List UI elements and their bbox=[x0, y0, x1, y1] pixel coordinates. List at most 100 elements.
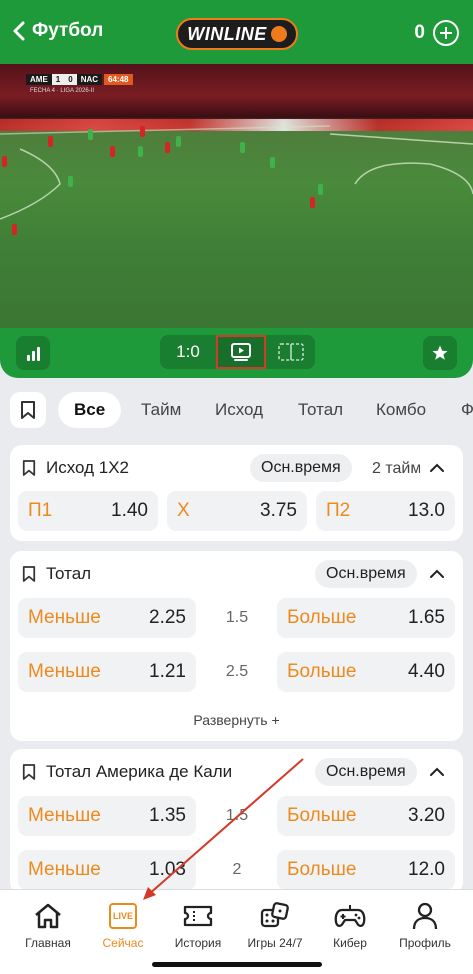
view-switcher: 1:0 bbox=[160, 335, 315, 369]
home-score: 1 bbox=[51, 73, 65, 85]
odd-value: 13.0 bbox=[408, 500, 445, 521]
odd-label: П1 bbox=[28, 500, 53, 521]
odd-under[interactable]: Меньше 1.35 bbox=[18, 796, 196, 836]
market-title: Исход 1X2 bbox=[22, 458, 129, 478]
tab-half[interactable]: Тайм bbox=[141, 392, 181, 428]
video-controls: 1:0 bbox=[0, 328, 473, 378]
balance[interactable]: 0 bbox=[414, 20, 459, 46]
gamepad-icon bbox=[333, 900, 367, 932]
match-video-player[interactable]: AME 1 0 NAC 64:48 FECHA 4 · LIGA 2026-II bbox=[0, 64, 473, 328]
nav-live[interactable]: LIVE Сейчас bbox=[84, 900, 162, 950]
player bbox=[140, 126, 145, 137]
player bbox=[48, 136, 53, 147]
league-label: FECHA 4 · LIGA 2026-II bbox=[30, 88, 95, 94]
odd-over[interactable]: Больше 4.40 bbox=[277, 652, 455, 692]
match-clock: 64:48 bbox=[104, 73, 133, 85]
pitch-lines bbox=[0, 125, 473, 220]
odd-under[interactable]: Меньше 1.03 bbox=[18, 850, 196, 890]
nav-esports[interactable]: Кибер bbox=[311, 900, 389, 950]
player bbox=[310, 197, 315, 208]
stats-button[interactable] bbox=[16, 336, 50, 370]
odd-draw[interactable]: X 3.75 bbox=[167, 491, 307, 531]
period-main-pill[interactable]: Осн.время bbox=[315, 758, 417, 786]
odd-label: Меньше bbox=[28, 859, 101, 880]
score-view-button[interactable]: 1:0 bbox=[160, 335, 216, 369]
odd-over[interactable]: Больше 3.20 bbox=[277, 796, 455, 836]
user-icon bbox=[408, 900, 442, 932]
favorite-button[interactable] bbox=[423, 336, 457, 370]
odd-label: Меньше bbox=[28, 805, 101, 826]
tab-all[interactable]: Все bbox=[58, 392, 122, 428]
chevron-left-icon bbox=[13, 21, 25, 41]
live-icon: LIVE bbox=[106, 900, 140, 932]
odd-label: Больше bbox=[287, 607, 357, 628]
odd-value: 3.20 bbox=[408, 805, 445, 826]
odd-label: X bbox=[177, 500, 190, 521]
nav-history[interactable]: История bbox=[159, 900, 237, 950]
total-line: 2 bbox=[232, 861, 242, 878]
total-line: 1.5 bbox=[225, 609, 249, 626]
player bbox=[240, 142, 245, 153]
nav-games[interactable]: Игры 24/7 bbox=[236, 900, 314, 950]
tab-more[interactable]: Ф bbox=[461, 392, 473, 428]
expand-button[interactable]: Развернуть + bbox=[10, 712, 463, 728]
player bbox=[68, 176, 73, 187]
star-icon bbox=[432, 345, 448, 360]
period-main-pill[interactable]: Осн.время bbox=[315, 560, 417, 588]
nav-label: Сейчас bbox=[102, 936, 144, 950]
chevron-up-icon[interactable] bbox=[428, 459, 446, 477]
nav-profile[interactable]: Профиль bbox=[386, 900, 464, 950]
nav-label: Игры 24/7 bbox=[247, 936, 303, 950]
player bbox=[270, 157, 275, 168]
chevron-up-icon[interactable] bbox=[428, 565, 446, 583]
player bbox=[110, 146, 115, 157]
period-main-pill[interactable]: Осн.время bbox=[250, 454, 352, 482]
market-tabs: Все Тайм Исход Тотал Комбо Ф bbox=[0, 388, 473, 430]
market-title: Тотал Америка де Кали bbox=[22, 762, 232, 782]
sport-title: Футбол bbox=[32, 20, 104, 41]
odd-over[interactable]: Больше 12.0 bbox=[277, 850, 455, 890]
video-view-button[interactable] bbox=[216, 335, 266, 369]
home-team-code: AME bbox=[26, 73, 52, 85]
market-title-text: Исход 1X2 bbox=[46, 458, 129, 477]
bookmark-icon[interactable] bbox=[22, 763, 36, 781]
pitch-view-button[interactable] bbox=[266, 335, 315, 369]
odd-label: Меньше bbox=[28, 661, 101, 682]
odd-under[interactable]: Меньше 1.21 bbox=[18, 652, 196, 692]
market-title-text: Тотал bbox=[46, 564, 92, 583]
odd-under[interactable]: Меньше 2.25 bbox=[18, 598, 196, 638]
back-button[interactable]: Футбол bbox=[12, 20, 103, 42]
odd-away-win[interactable]: П2 13.0 bbox=[316, 491, 455, 531]
home-indicator bbox=[152, 962, 322, 967]
odd-home-win[interactable]: П1 1.40 bbox=[18, 491, 158, 531]
market-title: Тотал bbox=[22, 564, 91, 584]
odd-value: 2.25 bbox=[149, 607, 186, 628]
odd-value: 1.40 bbox=[111, 500, 148, 521]
logo-dot bbox=[270, 26, 287, 42]
tab-total[interactable]: Тотал bbox=[298, 392, 343, 428]
bookmark-icon[interactable] bbox=[22, 565, 36, 583]
odd-label: П2 bbox=[326, 500, 351, 521]
nav-home[interactable]: Главная bbox=[9, 900, 87, 950]
odd-value: 12.0 bbox=[408, 859, 445, 880]
player bbox=[165, 142, 170, 153]
odd-label: Больше bbox=[287, 859, 357, 880]
tab-outcome[interactable]: Исход bbox=[215, 392, 263, 428]
player bbox=[88, 129, 93, 140]
chevron-up-icon[interactable] bbox=[428, 763, 446, 781]
player bbox=[318, 184, 323, 195]
tab-combo[interactable]: Комбо bbox=[376, 392, 426, 428]
bookmark-icon[interactable] bbox=[22, 459, 36, 477]
add-funds-icon[interactable] bbox=[433, 20, 459, 46]
bar-chart-icon bbox=[26, 355, 30, 361]
ticket-icon bbox=[181, 900, 215, 932]
odd-over[interactable]: Больше 1.65 bbox=[277, 598, 455, 638]
winline-logo[interactable]: WINLINE bbox=[176, 18, 298, 50]
nav-label: Главная bbox=[25, 936, 71, 950]
odd-value: 1.21 bbox=[149, 661, 186, 682]
nav-label: История bbox=[174, 936, 222, 950]
away-score: 0 bbox=[64, 73, 77, 85]
period-second-half[interactable]: 2 тайм bbox=[372, 460, 420, 478]
top-header: Футбол WINLINE 0 bbox=[0, 0, 473, 64]
bookmarks-filter-button[interactable] bbox=[10, 392, 46, 428]
